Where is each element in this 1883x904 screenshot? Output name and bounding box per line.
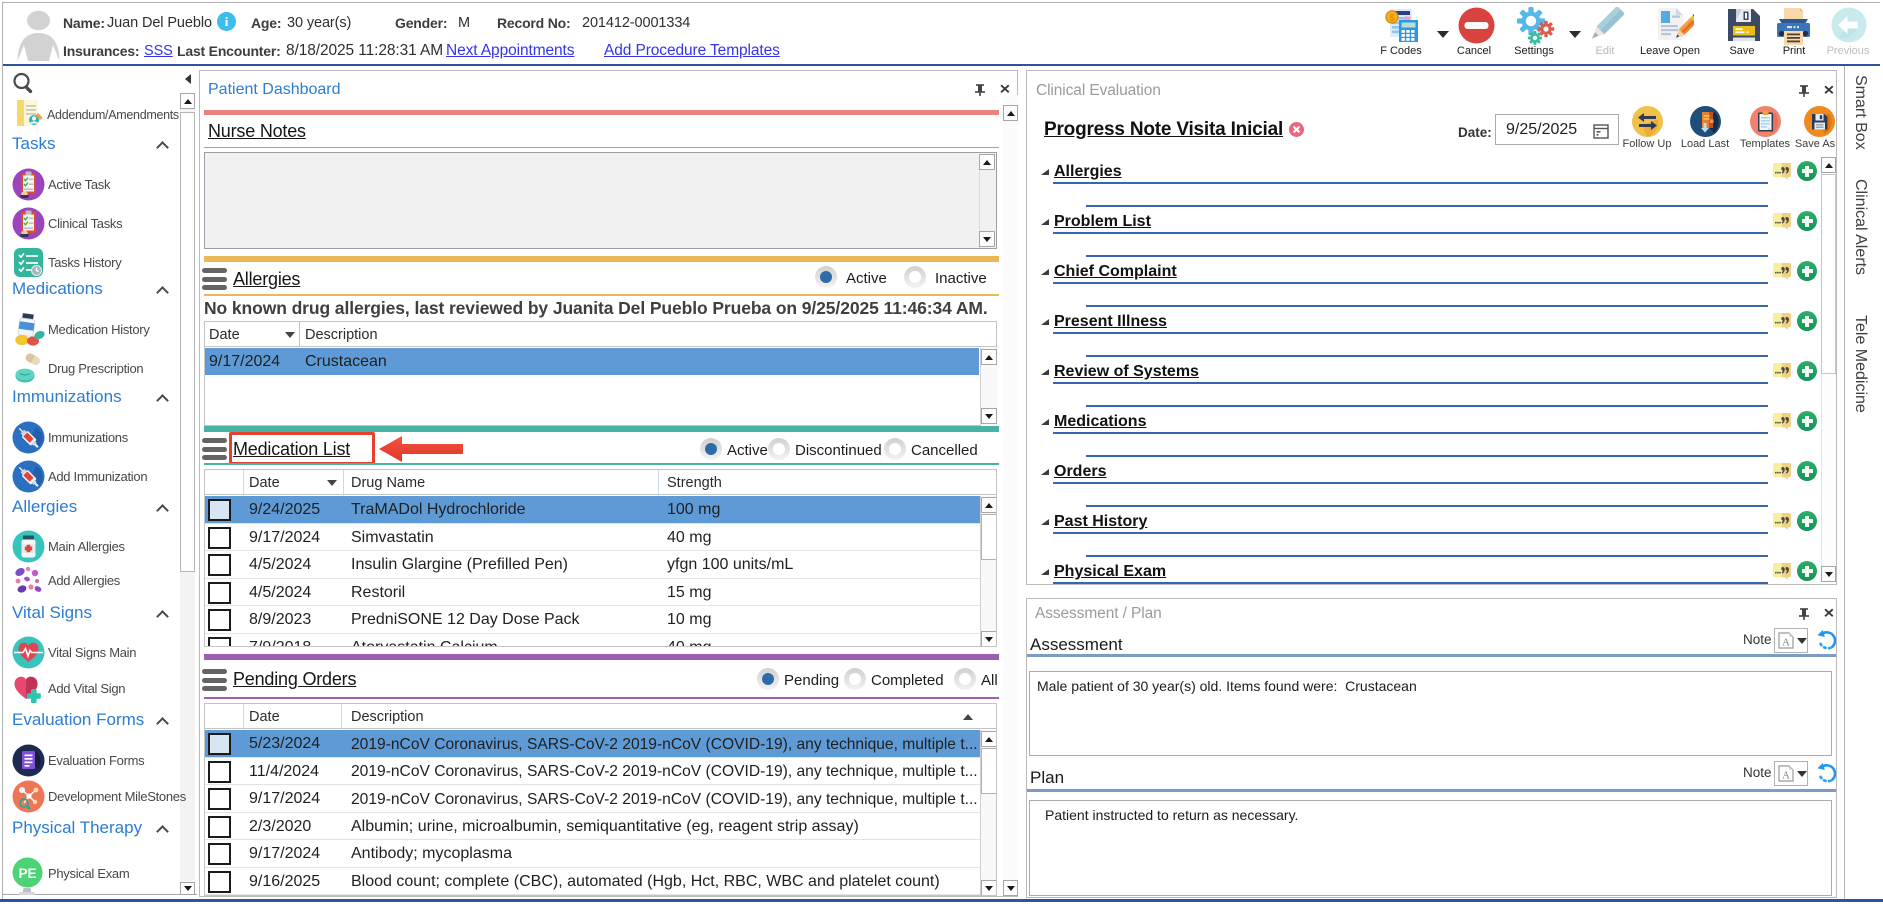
svg-text:A: A xyxy=(1782,770,1790,782)
svg-text:PE: PE xyxy=(18,866,36,881)
svg-text:$: $ xyxy=(1389,13,1395,24)
svg-text:A: A xyxy=(1782,637,1790,649)
